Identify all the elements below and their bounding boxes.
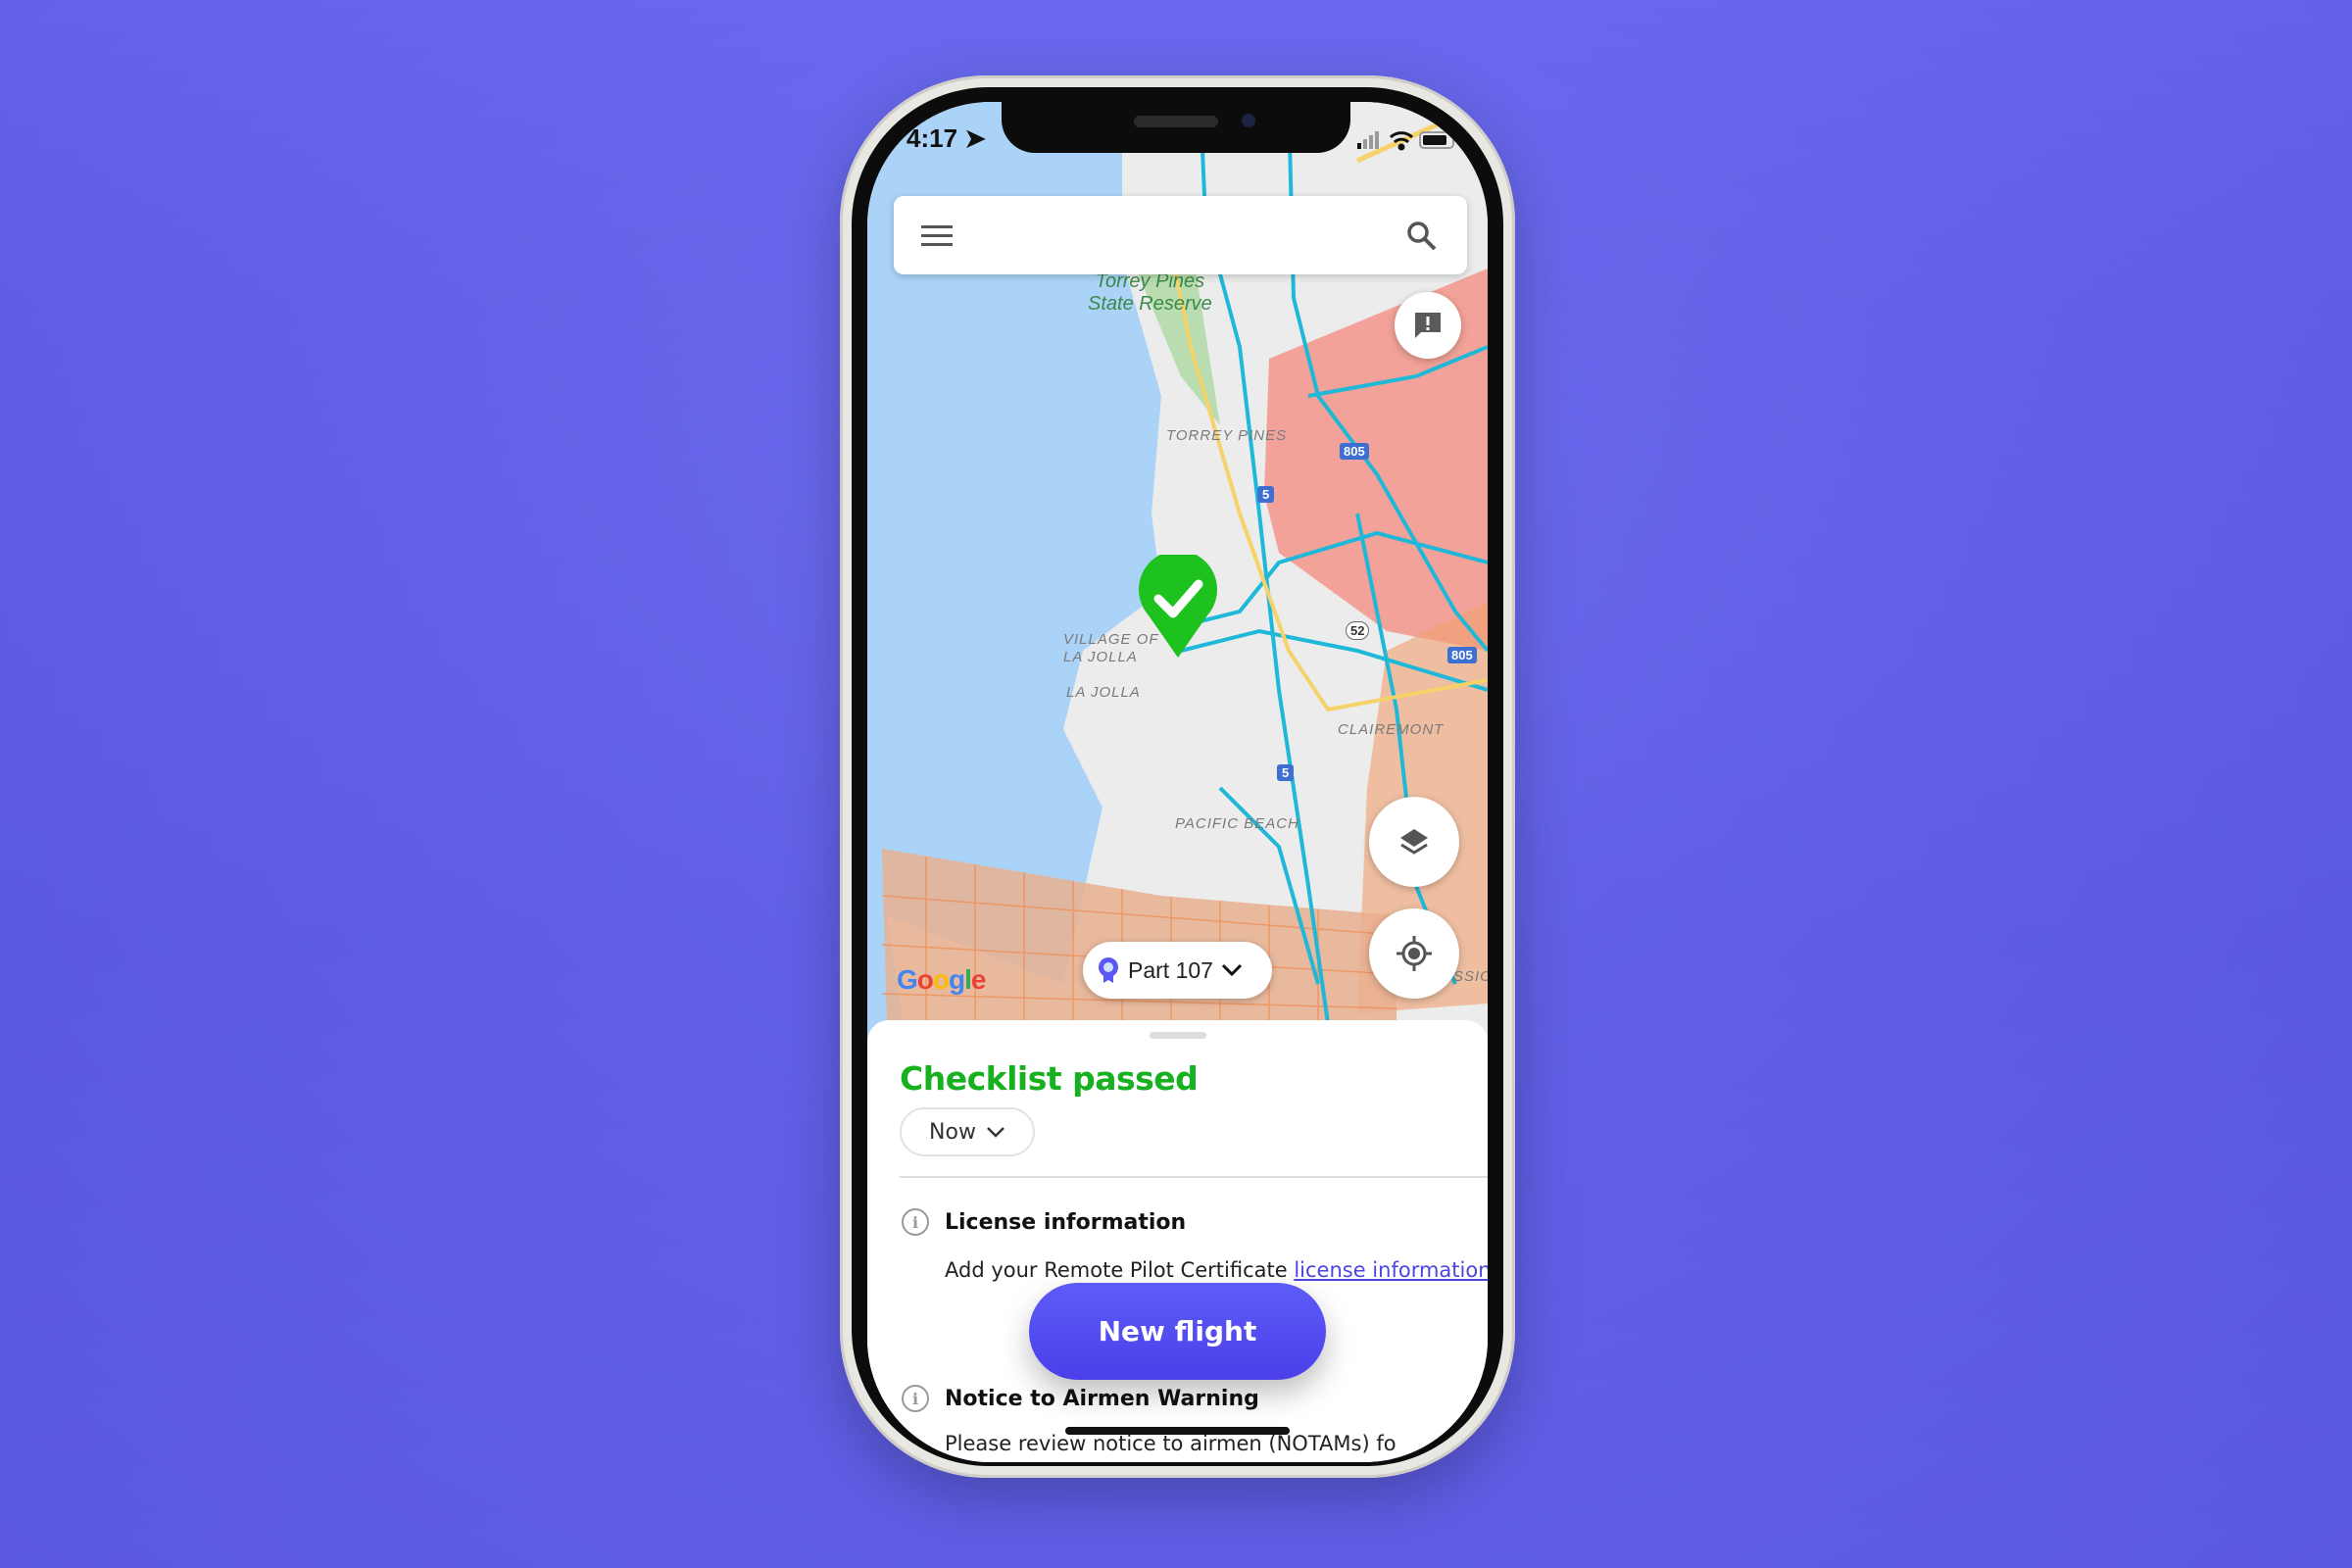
phone-screen: Torrey Pines State Reserve TORREY PINES V… [867,102,1488,1462]
hamburger-menu-icon[interactable] [921,223,955,249]
new-flight-button[interactable]: New flight [1029,1283,1326,1380]
rule-selector-label: Part 107 [1128,956,1213,983]
checklist-status-title: Checklist passed [900,1059,1199,1098]
license-heading: License information [945,1210,1187,1235]
info-icon[interactable]: i [902,1385,929,1412]
feedback-button[interactable] [1395,292,1461,359]
divider [900,1176,1488,1178]
highway-shield-805: 805 [1447,647,1477,663]
layers-icon [1400,829,1428,855]
license-information-link[interactable]: license information [1294,1258,1488,1282]
badge-icon [1099,957,1118,983]
time-selector[interactable]: Now [900,1107,1035,1156]
google-logo: Google [897,964,987,996]
map-label-la-jolla: LA JOLLA [1066,684,1141,701]
highway-shield-5: 5 [1257,486,1275,503]
location-arrow-icon: ➤ [964,123,987,153]
highway-shield-52: 52 [1346,621,1370,640]
front-camera [1242,114,1255,127]
speaker [1134,116,1218,127]
notam-heading: Notice to Airmen Warning [945,1387,1259,1411]
time-selector-label: Now [929,1119,976,1145]
status-icons [1357,131,1454,151]
highway-shield-805: 805 [1340,443,1369,460]
feedback-alert-icon [1415,313,1441,338]
google-logo-letter: g [949,964,965,995]
google-logo-letter: o [932,964,950,995]
map-label-pacific-beach: PACIFIC BEACH [1175,815,1299,832]
chevron-down-icon [987,1127,1004,1138]
battery-icon [1419,131,1454,149]
search-icon[interactable] [1405,220,1439,253]
map-label-reserve: Torrey Pines State Reserve [1088,270,1212,315]
search-bar[interactable] [894,196,1467,274]
map-label-clairemont: CLAIREMONT [1338,721,1445,738]
my-location-icon [1396,936,1432,971]
checklist-sheet: Checklist passed Now i License informati… [867,1020,1488,1462]
status-time: 4:17 ➤ [906,123,987,153]
my-location-button[interactable] [1369,908,1459,999]
google-logo-letter: G [897,964,918,995]
checklist-passed-pin[interactable] [1134,555,1222,662]
rule-selector[interactable]: Part 107 [1083,942,1272,999]
map-label-torrey-pines: TORREY PINES [1166,427,1288,444]
info-icon[interactable]: i [902,1208,929,1236]
map-label-mission: SSIO [1453,968,1488,985]
google-logo-letter: l [964,964,972,995]
sheet-drag-handle[interactable] [1150,1032,1206,1039]
google-logo-letter: e [970,964,987,995]
google-logo-letter: o [916,964,934,995]
highway-shield-5: 5 [1277,764,1295,781]
layers-button[interactable] [1369,797,1459,887]
home-indicator[interactable] [1065,1427,1290,1435]
notch [1002,102,1350,153]
cellular-signal-icon [1357,131,1379,149]
chevron-down-icon [1221,963,1243,977]
wifi-icon [1389,131,1414,151]
